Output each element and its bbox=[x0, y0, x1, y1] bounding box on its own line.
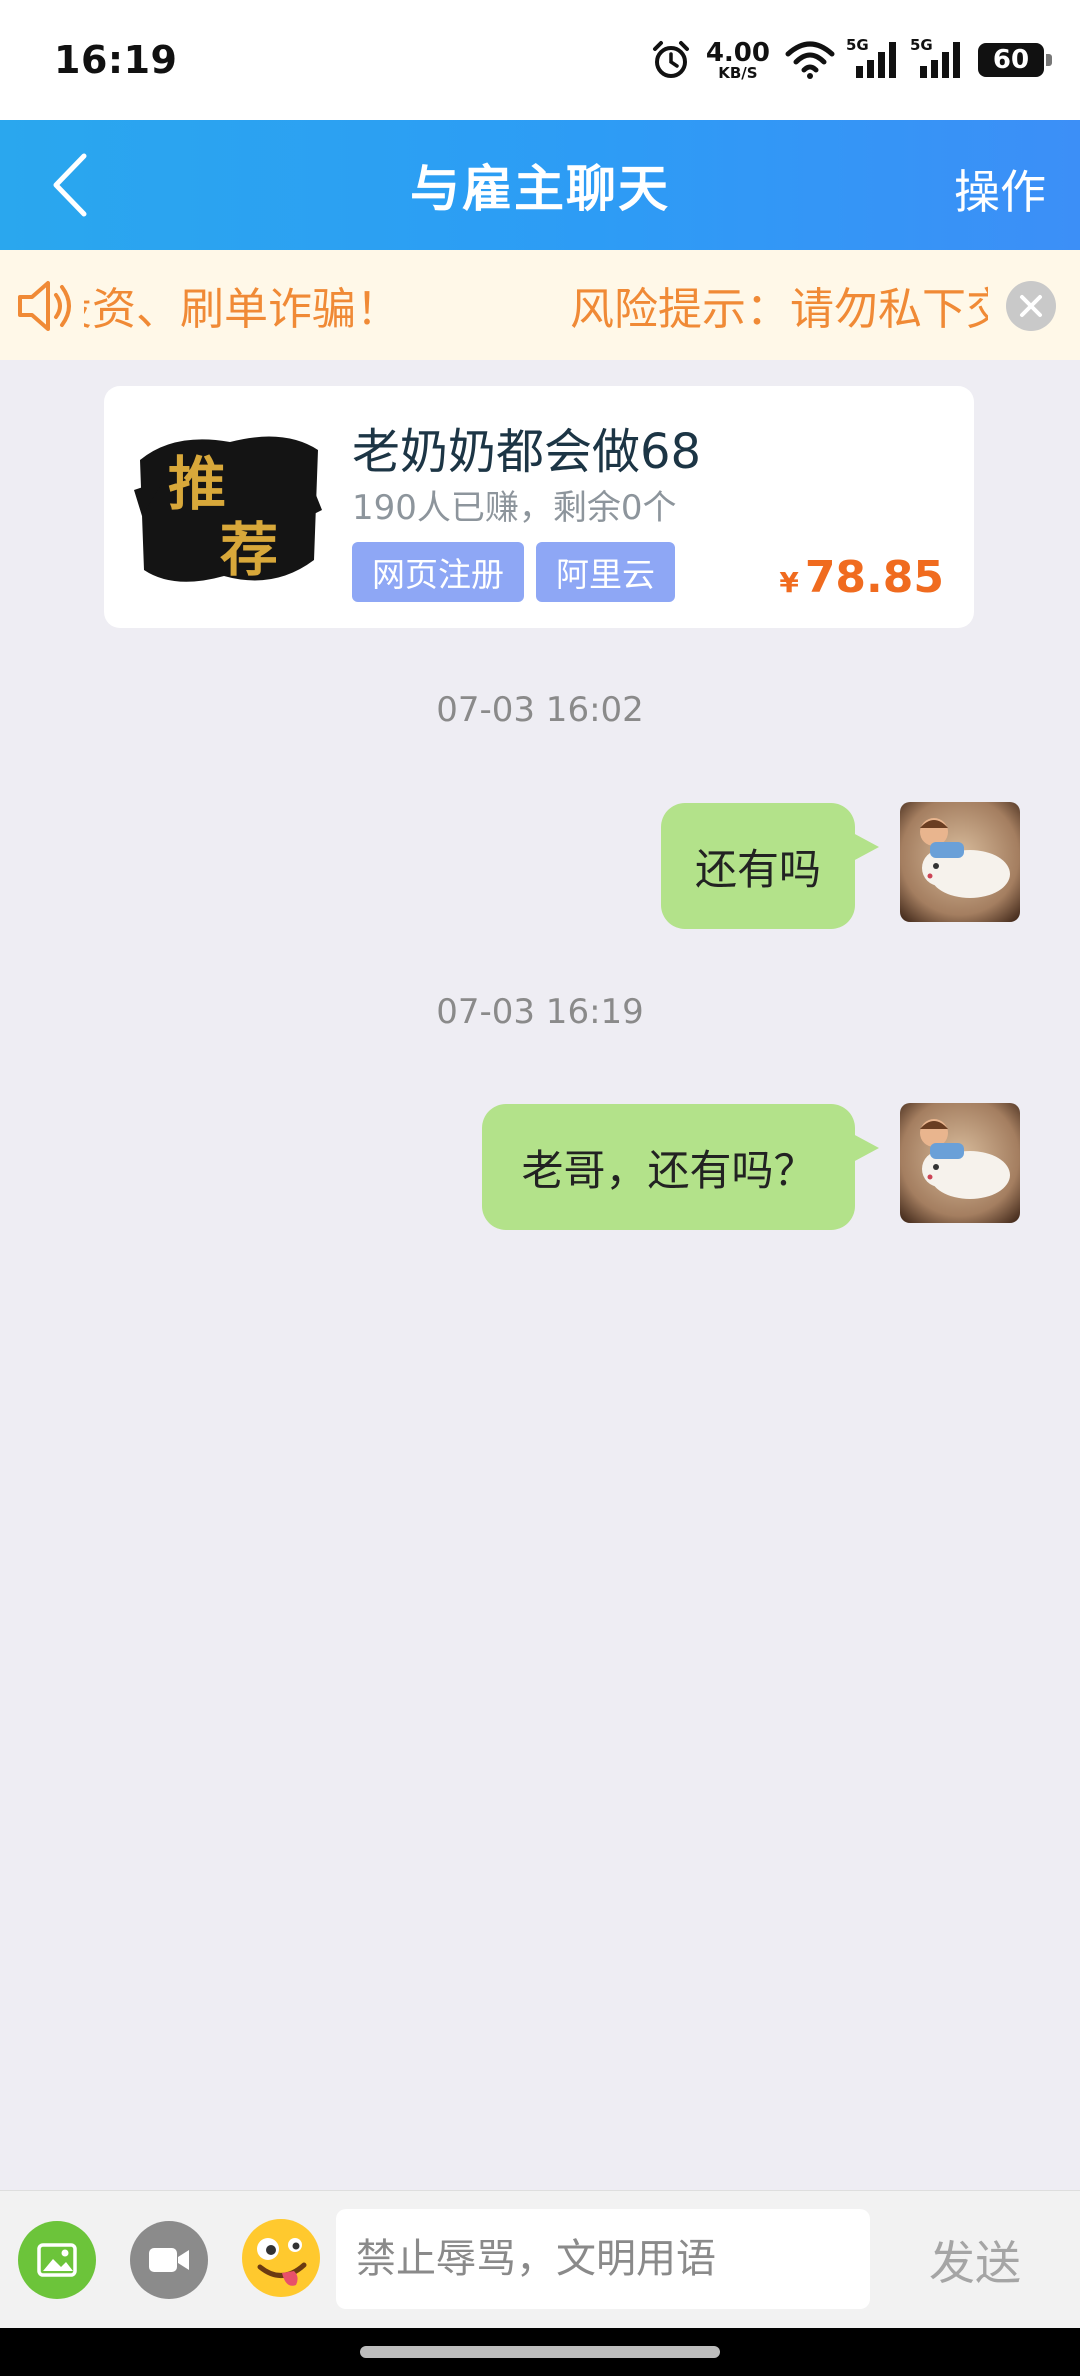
video-button[interactable] bbox=[130, 2221, 208, 2299]
message-bubble[interactable]: 还有吗 bbox=[661, 803, 879, 929]
gesture-handle[interactable] bbox=[360, 2346, 720, 2358]
status-indicators: 4.00 KB/S 5G 5G 60 bbox=[650, 36, 1052, 81]
image-button[interactable] bbox=[18, 2221, 96, 2299]
close-icon bbox=[1020, 295, 1042, 317]
notice-close-button[interactable] bbox=[1006, 281, 1056, 331]
battery-icon: 60 bbox=[978, 43, 1052, 77]
risk-notice-bar: 投资、刷单诈骗！ 风险提示：请勿私下交易 bbox=[0, 250, 1080, 360]
navigation-gesture-area bbox=[0, 2328, 1080, 2376]
message-bubble[interactable]: 老哥，还有吗？ bbox=[482, 1104, 879, 1230]
back-button[interactable] bbox=[40, 152, 100, 218]
task-tag: 阿里云 bbox=[536, 542, 675, 602]
message-input[interactable] bbox=[336, 2209, 870, 2309]
svg-text:荐: 荐 bbox=[220, 516, 278, 584]
battery-level: 60 bbox=[992, 45, 1030, 75]
signal-sim1: 5G bbox=[846, 36, 900, 80]
notice-text-a: 投资、刷单诈骗！ bbox=[84, 284, 400, 335]
video-icon bbox=[149, 2248, 189, 2272]
net-speed-unit: KB/S bbox=[718, 63, 758, 82]
message-timestamp: 07-03 16:19 bbox=[436, 992, 644, 1032]
sim1-label: 5G bbox=[846, 36, 869, 54]
emoji-button[interactable] bbox=[240, 2217, 322, 2299]
status-time: 16:19 bbox=[54, 38, 178, 82]
avatar-image bbox=[900, 1103, 1020, 1223]
task-tag: 网页注册 bbox=[352, 542, 524, 602]
status-bar: 16:19 4.00 KB/S 5G 5G 60 bbox=[0, 0, 1080, 120]
wifi-icon bbox=[785, 41, 835, 79]
speaker-icon bbox=[18, 281, 71, 331]
task-tags: 网页注册 阿里云 bbox=[352, 542, 675, 602]
brush-stroke-image: 推 荐 bbox=[134, 420, 322, 596]
task-thumbnail-text: 推 bbox=[168, 450, 226, 518]
task-subtitle: 190人已赚，剩余0个 bbox=[352, 488, 677, 528]
image-icon bbox=[37, 2243, 77, 2277]
notice-marquee: 投资、刷单诈骗！ 风险提示：请勿私下交易 bbox=[84, 250, 988, 360]
sim2-label: 5G bbox=[910, 36, 933, 54]
emoji-icon bbox=[242, 2219, 320, 2297]
net-speed-value: 4.00 bbox=[705, 37, 770, 68]
avatar[interactable] bbox=[900, 802, 1020, 922]
price-amount: 78.85 bbox=[804, 552, 944, 603]
send-button[interactable]: 发送 bbox=[900, 2227, 1050, 2293]
signal-sim2: 5G bbox=[910, 36, 964, 80]
net-speed: 4.00 KB/S bbox=[706, 40, 770, 81]
action-button[interactable]: 操作 bbox=[954, 156, 1046, 222]
message-text: 还有吗 bbox=[694, 844, 821, 894]
avatar[interactable] bbox=[900, 1103, 1020, 1223]
price-currency: ¥ bbox=[779, 566, 799, 599]
page-title: 与雇主聊天 bbox=[410, 160, 670, 218]
message-timestamp: 07-03 16:02 bbox=[436, 690, 644, 730]
task-thumbnail: 推 荐 bbox=[134, 420, 322, 596]
task-price: ¥ 78.85 bbox=[779, 552, 944, 603]
task-card[interactable]: 推 荐 老奶奶都会做68 190人已赚，剩余0个 网页注册 阿里云 ¥ 78.8… bbox=[104, 386, 974, 628]
task-title: 老奶奶都会做68 bbox=[352, 424, 702, 480]
alarm-icon bbox=[652, 41, 689, 78]
chat-header: 与雇主聊天 操作 bbox=[0, 120, 1080, 250]
message-text: 老哥，还有吗？ bbox=[521, 1145, 816, 1195]
input-bar: 发送 bbox=[0, 2190, 1080, 2328]
back-arrow-icon bbox=[53, 153, 87, 217]
avatar-image bbox=[900, 802, 1020, 922]
notice-text-b: 风险提示：请勿私下交易 bbox=[570, 284, 988, 335]
